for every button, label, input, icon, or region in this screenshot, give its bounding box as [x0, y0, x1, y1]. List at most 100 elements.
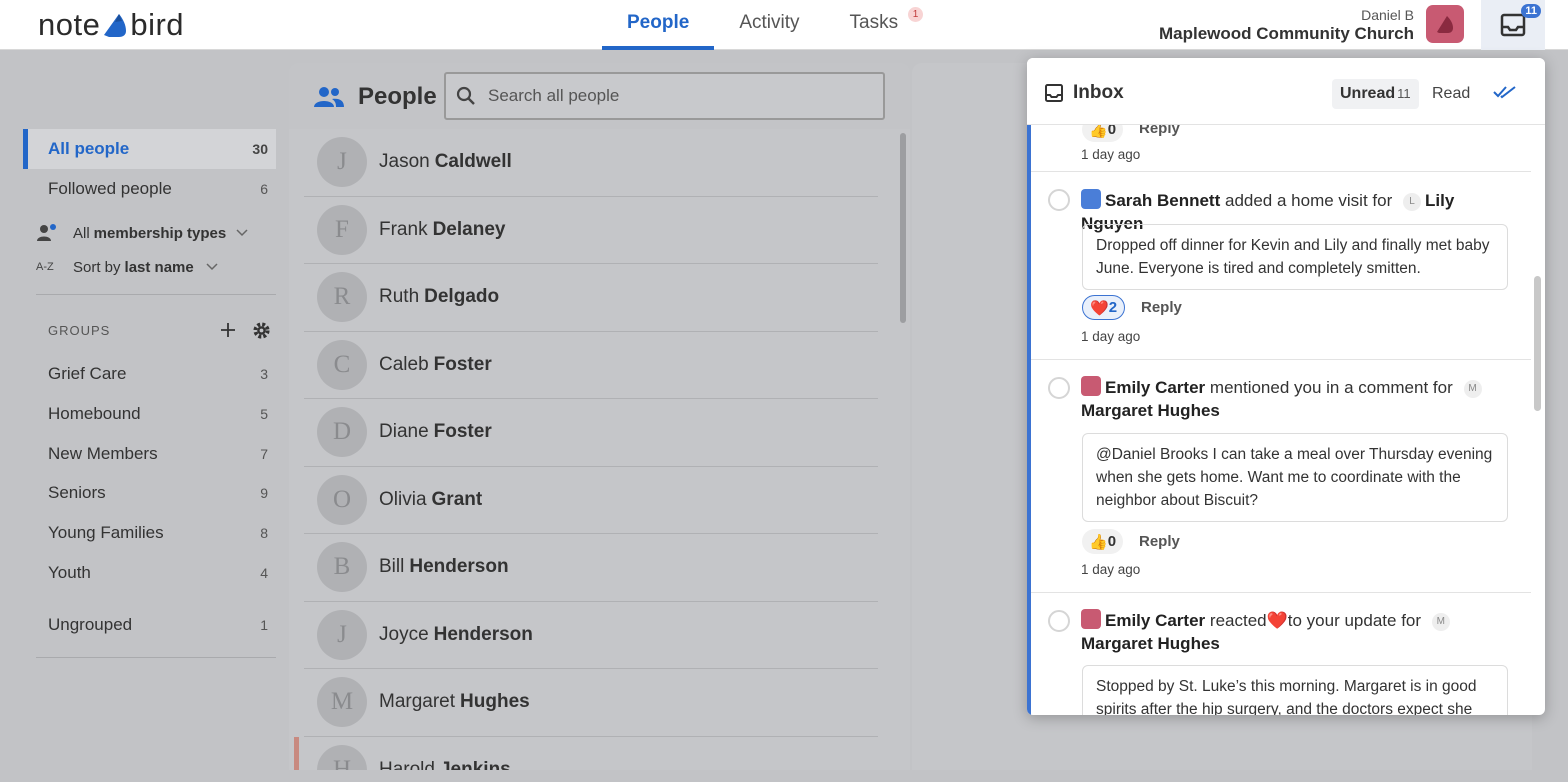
sidebar-item-group[interactable]: New Members 7 — [23, 434, 276, 474]
subject-avatar: M — [1431, 613, 1450, 631]
tab-unread[interactable]: Unread 11 — [1332, 79, 1419, 109]
subject-name[interactable]: Margaret Hughes — [1081, 634, 1220, 653]
sidebar-item-count: 1 — [260, 617, 268, 633]
avatar: J — [317, 609, 367, 660]
unread-count: 11 — [1397, 86, 1411, 101]
inbox-icon — [1500, 13, 1526, 37]
avatar: H — [317, 744, 367, 770]
organization-name: Maplewood Community Church — [1159, 24, 1414, 43]
inbox-button[interactable]: 11 — [1481, 0, 1545, 50]
reply-button[interactable]: Reply — [1141, 299, 1182, 316]
person-name: Olivia Grant — [379, 489, 482, 511]
groups-heading: GROUPS — [48, 323, 111, 338]
reply-button[interactable]: Reply — [1139, 533, 1180, 550]
tab-tasks[interactable]: Tasks 1 — [825, 0, 924, 50]
list-item[interactable]: O Olivia Grant — [304, 467, 878, 534]
sort-filter[interactable]: A-Z Sort by last name — [36, 255, 218, 279]
mark-read-radio[interactable] — [1048, 377, 1070, 399]
sidebar-item-group[interactable]: Grief Care 3 — [23, 354, 276, 394]
sidebar-item-followed-people[interactable]: Followed people 6 — [23, 169, 276, 209]
reaction-count: 2 — [1108, 299, 1118, 316]
heart-icon: ❤️ — [1090, 299, 1109, 317]
membership-filter-prefix: All — [73, 224, 90, 242]
sidebar-item-group[interactable]: Young Families 8 — [23, 513, 276, 553]
sidebar-item-label: Young Families — [48, 523, 164, 542]
first-name: Frank — [379, 218, 428, 240]
list-item[interactable]: D Diane Foster — [304, 399, 878, 467]
avatar — [1081, 609, 1101, 629]
heart-reaction[interactable]: ❤️ 2 — [1082, 295, 1126, 320]
people-scrollbar[interactable] — [900, 133, 906, 323]
list-item[interactable]: F Frank Delaney — [304, 197, 878, 264]
list-item[interactable]: Emily Carter reacted❤️to your update for… — [1031, 593, 1531, 715]
sidebar-item-group[interactable]: Seniors 9 — [23, 473, 276, 513]
user-info[interactable]: Daniel B Maplewood Community Church — [1159, 7, 1414, 44]
list-item[interactable]: R Ruth Delgado — [304, 264, 878, 332]
thumbs-up-reaction[interactable]: 👍 0 — [1082, 125, 1124, 142]
sidebar-item-label: Seniors — [48, 483, 106, 502]
notebird-logo[interactable]: note bird — [38, 7, 184, 43]
notification-text: Emily Carter mentioned you in a comment … — [1081, 376, 1501, 422]
sidebar-item-label: Youth — [48, 563, 91, 582]
chevron-down-icon — [206, 263, 218, 271]
check-all-icon[interactable] — [1493, 84, 1517, 100]
mark-read-radio[interactable] — [1048, 610, 1070, 632]
last-name: Henderson — [433, 623, 533, 645]
list-item[interactable]: J Jason Caldwell — [304, 129, 878, 197]
last-name: Delaney — [432, 218, 506, 240]
timestamp: 1 day ago — [1081, 147, 1141, 162]
logo-text-left: note — [38, 7, 101, 42]
person-name: Margaret Hughes — [379, 691, 530, 713]
subject-avatar: L — [1402, 193, 1421, 211]
avatar: C — [317, 339, 367, 390]
list-item[interactable]: Sarah Bennett added a home visit for L Li… — [1031, 172, 1531, 360]
tab-read[interactable]: Read — [1432, 85, 1470, 103]
list-item[interactable]: M Margaret Hughes — [304, 669, 878, 737]
avatar: M — [317, 677, 367, 728]
sidebar-item-label: Followed people — [48, 179, 172, 198]
first-name: Margaret — [379, 691, 456, 713]
reaction-count: 0 — [1107, 533, 1117, 550]
list-item[interactable]: H Harold Jenkins — [294, 736, 878, 770]
membership-filter-value: membership types — [93, 224, 227, 242]
sidebar-item-group[interactable]: Youth 4 — [23, 553, 276, 593]
inbox-scrollbar[interactable] — [1534, 276, 1541, 411]
tab-activity[interactable]: Activity — [714, 0, 824, 50]
mark-read-radio[interactable] — [1048, 189, 1070, 211]
person-name: Jason Caldwell — [379, 151, 512, 173]
last-name: Jenkins — [439, 758, 511, 770]
membership-filter[interactable]: All membership types — [36, 221, 248, 245]
inbox-popover: Inbox Unread 11 Read 👍 0 Reply 1 day ago S… — [1027, 58, 1545, 715]
sidebar-item-group[interactable]: Homebound 5 — [23, 394, 276, 434]
thumbs-up-reaction[interactable]: 👍 0 — [1082, 529, 1124, 554]
person-name: Harold Jenkins — [379, 759, 511, 770]
people-icon — [314, 87, 344, 107]
tab-people[interactable]: People — [602, 0, 715, 50]
list-item[interactable]: B Bill Henderson — [304, 534, 878, 602]
last-name: Henderson — [409, 556, 509, 578]
list-item[interactable]: C Caleb Foster — [304, 332, 878, 399]
inbox-count-badge: 11 — [1521, 4, 1541, 18]
reply-button[interactable]: Reply — [1139, 125, 1180, 137]
first-name: Jason — [379, 151, 430, 173]
sidebar-item-ungrouped[interactable]: Ungrouped 1 — [23, 605, 276, 645]
reaction-count: 0 — [1107, 125, 1117, 138]
user-avatar[interactable] — [1426, 5, 1464, 43]
avatar: F — [317, 204, 367, 255]
gear-icon[interactable] — [252, 321, 271, 340]
avatar: B — [317, 542, 367, 593]
sidebar-item-count: 6 — [260, 181, 268, 197]
subject-name[interactable]: Margaret Hughes — [1081, 401, 1220, 420]
tab-tasks-label: Tasks — [849, 12, 899, 33]
sidebar-item-count: 8 — [260, 525, 268, 541]
first-name: Harold — [379, 758, 435, 770]
list-item[interactable]: Emily Carter mentioned you in a comment … — [1031, 360, 1531, 593]
person-name: Ruth Delgado — [379, 286, 499, 308]
search-box[interactable] — [444, 72, 885, 120]
thumbs-up-icon: 👍 — [1089, 125, 1108, 139]
sidebar-item-all-people[interactable]: All people 30 — [23, 129, 276, 169]
search-input[interactable] — [488, 86, 868, 106]
main-nav: People Activity Tasks 1 — [602, 0, 924, 50]
list-item[interactable]: J Joyce Henderson — [304, 602, 878, 669]
add-group-icon[interactable] — [220, 322, 236, 338]
